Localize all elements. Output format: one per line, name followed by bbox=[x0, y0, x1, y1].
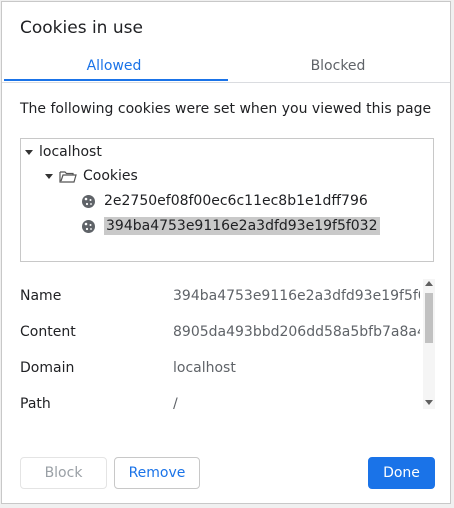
detail-row-path: Path / bbox=[20, 396, 420, 409]
dialog-title: Cookies in use bbox=[20, 18, 143, 38]
detail-value: 394ba4753e9116e2a3dfd93e19f5f032 bbox=[173, 288, 420, 304]
site-label: localhost bbox=[39, 144, 102, 160]
cookies-dialog: Cookies in use Allowed Blocked The follo… bbox=[1, 1, 451, 504]
detail-label: Name bbox=[20, 288, 62, 304]
scroll-down-arrow-icon[interactable] bbox=[425, 400, 433, 405]
cookies-description: The following cookies were set when you … bbox=[20, 101, 432, 117]
expand-triangle-icon[interactable] bbox=[45, 173, 53, 179]
detail-value: localhost bbox=[173, 360, 236, 376]
active-tab-indicator bbox=[4, 79, 228, 81]
tree-item-cookie[interactable]: 2e2750ef08f00ec6c11ec8b1e1dff796 bbox=[81, 190, 368, 212]
folder-open-icon bbox=[59, 170, 77, 183]
cookie-label-selected: 394ba4753e9116e2a3dfd93e19f5f032 bbox=[104, 217, 380, 235]
block-button[interactable]: Block bbox=[20, 457, 107, 489]
detail-value: 8905da493bbd206dd58a5bfb7a8a4 bbox=[173, 324, 420, 340]
cookie-icon bbox=[82, 219, 95, 233]
tab-allowed[interactable]: Allowed bbox=[2, 54, 226, 82]
cookie-icon bbox=[82, 194, 95, 208]
detail-row-content: Content 8905da493bbd206dd58a5bfb7a8a4 bbox=[20, 324, 420, 344]
cookie-details: Name 394ba4753e9116e2a3dfd93e19f5f032 Co… bbox=[20, 279, 434, 409]
remove-button[interactable]: Remove bbox=[114, 457, 200, 489]
cookie-label: 2e2750ef08f00ec6c11ec8b1e1dff796 bbox=[104, 193, 368, 209]
tree-item-site[interactable]: localhost bbox=[25, 141, 102, 163]
expand-triangle-icon[interactable] bbox=[25, 149, 33, 155]
details-scrollbar[interactable] bbox=[423, 279, 435, 409]
tab-bar: Allowed Blocked bbox=[2, 54, 450, 83]
scroll-thumb[interactable] bbox=[425, 293, 433, 343]
tab-blocked[interactable]: Blocked bbox=[226, 54, 450, 82]
done-button[interactable]: Done bbox=[368, 457, 435, 489]
scroll-up-arrow-icon[interactable] bbox=[425, 281, 433, 286]
tree-item-folder[interactable]: Cookies bbox=[45, 165, 138, 187]
detail-row-domain: Domain localhost bbox=[20, 360, 420, 380]
cookie-tree[interactable]: localhost Cookies 2e2750ef08f00ec6c11ec8… bbox=[20, 138, 434, 262]
folder-label: Cookies bbox=[83, 168, 138, 184]
detail-label: Path bbox=[20, 396, 51, 409]
detail-label: Content bbox=[20, 324, 76, 340]
detail-row-name: Name 394ba4753e9116e2a3dfd93e19f5f032 bbox=[20, 288, 420, 308]
detail-label: Domain bbox=[20, 360, 75, 376]
detail-value: / bbox=[173, 396, 178, 409]
tree-item-cookie-selected[interactable]: 394ba4753e9116e2a3dfd93e19f5f032 bbox=[81, 215, 380, 237]
